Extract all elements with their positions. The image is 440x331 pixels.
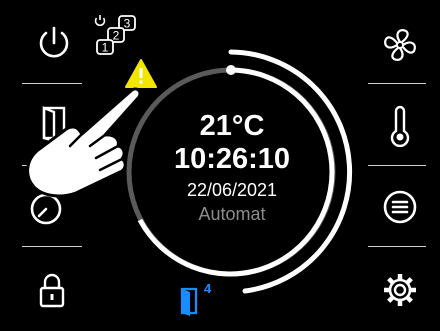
current-date: 22/06/2021 xyxy=(186,180,278,200)
current-temperature: 21°C xyxy=(199,110,265,142)
menu-list-icon xyxy=(383,190,417,224)
lock-icon xyxy=(39,273,65,308)
program-label-3: 3 xyxy=(124,17,131,31)
power-icon xyxy=(39,26,69,58)
lock-button[interactable] xyxy=(22,266,82,316)
fan-icon xyxy=(384,29,416,61)
door-status-indicator[interactable]: 4 xyxy=(178,280,218,320)
left-divider-3 xyxy=(22,246,82,247)
open-door-icon xyxy=(180,287,198,316)
program-label-1: 1 xyxy=(102,41,109,55)
gear-icon xyxy=(384,274,416,306)
door-count: 4 xyxy=(204,281,212,296)
menu-button[interactable] xyxy=(370,182,430,232)
thermostat-screen: 3 2 1 21°C 10:26:10 22/06/2021 Automat 4 xyxy=(0,0,440,331)
right-divider-1 xyxy=(368,83,426,84)
temperature-button[interactable] xyxy=(370,102,430,152)
pointing-hand-icon xyxy=(26,87,142,198)
operating-mode: Automat xyxy=(198,204,266,224)
settings-button[interactable] xyxy=(370,265,430,315)
dial-indicator-dot xyxy=(226,65,236,75)
fan-button[interactable] xyxy=(370,20,430,70)
right-divider-3 xyxy=(368,246,426,247)
power-small-icon xyxy=(94,15,106,27)
thermometer-icon xyxy=(390,105,410,148)
current-time: 10:26:10 xyxy=(173,143,291,175)
right-divider-2 xyxy=(368,165,426,166)
